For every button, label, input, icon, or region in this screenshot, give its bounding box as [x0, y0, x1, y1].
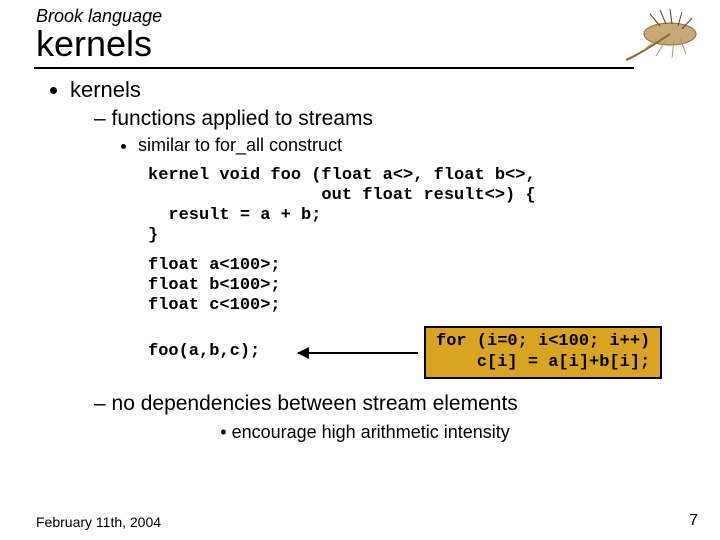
code-stream-decls: float a<100>; float b<100>; float c<100>…	[148, 256, 680, 316]
footer-date: February 11th, 2004	[36, 514, 161, 530]
footer-page-number: 7	[689, 512, 698, 530]
bullet-arithmetic: • encourage high arithmetic intensity	[50, 422, 680, 443]
code-for-loop: for (i=0; i<100; i++) c[i] = a[i]+b[i];	[424, 326, 662, 379]
bullet-no-deps: no dependencies between stream elements	[94, 392, 680, 416]
logo-image	[620, 4, 710, 66]
slide-title: kernels	[36, 23, 720, 65]
arrow-left-icon	[298, 352, 418, 354]
bullet-text: no dependencies between stream elements	[112, 392, 518, 415]
title-rule	[34, 67, 634, 69]
content-area: kernels functions applied to streams sim…	[0, 77, 720, 443]
code-call: foo(a,b,c);	[148, 342, 260, 361]
bullet-kernels: kernels functions applied to streams sim…	[70, 77, 680, 416]
bullet-functions-streams: functions applied to streams similar to …	[94, 107, 680, 380]
bullet-text: functions applied to streams	[112, 107, 373, 130]
code-kernel-def: kernel void foo (float a<>, float b<>, o…	[148, 166, 680, 246]
equivalence-row: foo(a,b,c); for (i=0; i<100; i++) c[i] =…	[148, 326, 680, 380]
bullet-forall: similar to for_all construct	[138, 135, 680, 156]
bullet-text: encourage high arithmetic intensity	[232, 422, 510, 442]
bullet-text: kernels	[70, 77, 141, 102]
